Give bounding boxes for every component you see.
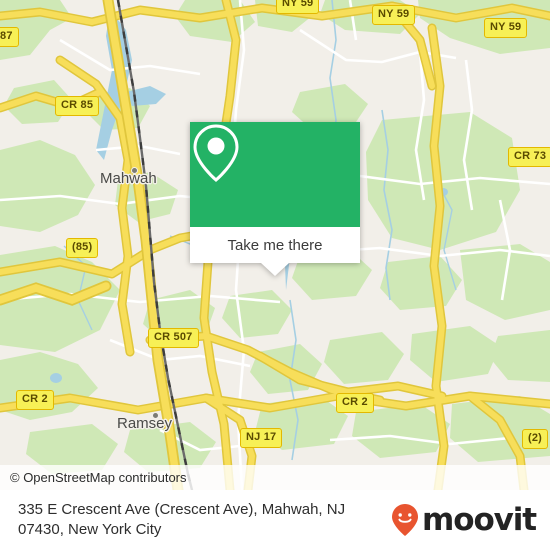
road-shield-cr-2-b: CR 2 — [336, 393, 374, 413]
road-shield-87: 87 — [0, 27, 19, 47]
road-shield-ny-59-b: NY 59 — [372, 5, 416, 25]
location-pin-icon — [193, 124, 239, 182]
map-attribution: © OpenStreetMap contributors — [0, 465, 550, 490]
moovit-smiley-pin-icon — [392, 504, 419, 536]
attribution-text: © OpenStreetMap contributors — [10, 470, 187, 485]
road-shield-ny-59-a: NY 59 — [276, 0, 320, 14]
address-line-1: 335 E Crescent Ave (Crescent Ave), Mahwa… — [18, 500, 346, 518]
moovit-wordmark: moovit — [422, 501, 537, 538]
moovit-map-screen: Mahwah Ramsey 87 NY 59 NY 59 NY 59 CR 85… — [0, 0, 550, 550]
take-me-there-label: Take me there — [227, 236, 323, 254]
road-shield-cr-2-a: CR 2 — [16, 390, 54, 410]
address-block: 335 E Crescent Ave (Crescent Ave), Mahwa… — [18, 500, 345, 541]
moovit-logo[interactable]: moovit — [391, 501, 537, 538]
road-shield-nj-17: NJ 17 — [240, 428, 283, 448]
map-place-mahwah: Mahwah — [100, 170, 157, 187]
destination-popup-card[interactable]: Take me there — [190, 122, 360, 276]
road-shield-85-alt: (85) — [66, 238, 99, 258]
road-shield-cr-507: CR 507 — [148, 328, 199, 348]
road-shield-ny-59-c: NY 59 — [484, 18, 528, 38]
road-shield-2-alt: (2) — [522, 429, 549, 449]
road-shield-cr-85: CR 85 — [55, 96, 100, 116]
map-canvas[interactable]: Mahwah Ramsey 87 NY 59 NY 59 NY 59 CR 85… — [0, 0, 550, 490]
road-shield-cr-73: CR 73 — [508, 147, 550, 167]
map-place-ramsey: Ramsey — [117, 415, 173, 432]
address-line-2: 07430, New York City — [18, 521, 162, 538]
popup-card-header — [190, 122, 360, 227]
footer-bar: 335 E Crescent Ave (Crescent Ave), Mahwa… — [0, 490, 550, 550]
popup-card-action[interactable]: Take me there — [190, 227, 360, 276]
popup-card-tail — [261, 263, 289, 276]
